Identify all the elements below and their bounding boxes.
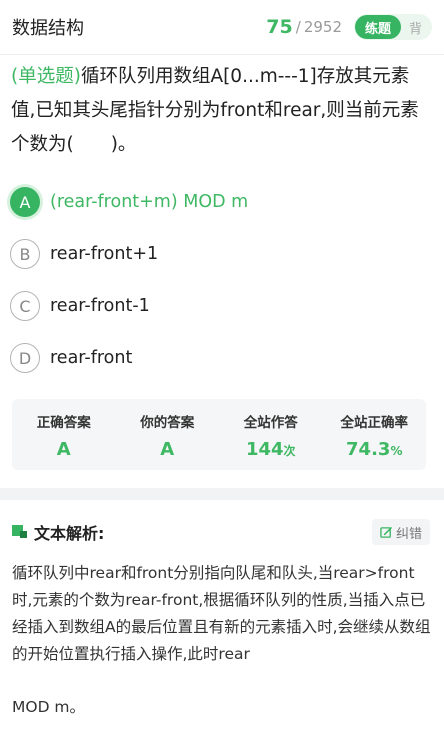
mode-memorize-button[interactable]: 背	[409, 18, 422, 37]
answer-stats-panel: 正确答案 A 你的答案 A 全站作答 144次 全站正确率 74.3%	[12, 399, 426, 470]
option-d-letter: D	[10, 343, 40, 373]
stat-correct-answer: 正确答案 A	[12, 399, 116, 470]
analysis-header: 文本解析: 纠错	[12, 518, 430, 546]
option-c-letter: C	[10, 291, 40, 321]
option-b-text: rear-front+1	[50, 244, 159, 264]
stat-correct-answer-value: A	[56, 439, 71, 460]
analysis-text-end: MOD m。	[12, 698, 86, 716]
option-b[interactable]: B rear-front+1	[10, 237, 430, 271]
stat-your-answer: 你的答案 A	[116, 399, 220, 470]
option-b-letter: B	[10, 239, 40, 269]
edit-icon	[380, 526, 392, 538]
option-a-text: (rear-front+m) MOD m	[50, 192, 249, 212]
report-error-label: 纠错	[395, 526, 422, 542]
option-c-text: rear-front-1	[50, 296, 150, 316]
header-right: 75 / 2952 练题 背	[266, 14, 432, 40]
question-type-label: (单选题)	[11, 66, 81, 87]
analysis-section-icon	[12, 525, 28, 539]
stat-site-attempts-unit: 次	[283, 444, 296, 458]
analysis-title: 文本解析:	[34, 524, 105, 543]
option-d-text: rear-front	[50, 348, 133, 368]
mode-toggle[interactable]: 练题 背	[354, 14, 432, 40]
stat-site-attempts: 全站作答 144次	[219, 399, 323, 470]
stat-correct-answer-label: 正确答案	[36, 415, 91, 431]
option-a-letter: A	[10, 187, 40, 217]
question-stem: (单选题)循环队列用数组A[0...m---1]存放其元素值,已知其头尾指针分别…	[11, 60, 429, 162]
stat-site-accuracy-unit: %	[390, 444, 403, 458]
stat-your-answer-value: A	[160, 439, 175, 460]
header-bar: 数据结构 75 / 2952 练题 背	[0, 0, 444, 54]
option-c[interactable]: C rear-front-1	[10, 289, 430, 323]
mode-practice-button[interactable]: 练题	[355, 15, 401, 39]
analysis-text: 循环队列中rear和front分别指向队尾和队头,当rear>front时,元素…	[12, 564, 431, 663]
stat-site-accuracy-label: 全站正确率	[340, 415, 409, 431]
question-counter-separator: /	[295, 18, 301, 36]
stat-site-accuracy-value-wrap: 74.3%	[346, 439, 402, 460]
stat-site-attempts-label: 全站作答	[243, 415, 298, 431]
stat-site-attempts-value: 144	[245, 439, 284, 460]
option-a[interactable]: A (rear-front+m) MOD m	[10, 185, 430, 219]
report-error-button[interactable]: 纠错	[371, 519, 430, 545]
stat-your-answer-label: 你的答案	[140, 415, 195, 431]
section-divider	[0, 488, 444, 500]
option-d[interactable]: D rear-front	[10, 341, 430, 375]
header-divider	[0, 54, 444, 55]
question-counter-current: 75	[266, 16, 293, 38]
stat-site-accuracy: 全站正确率 74.3%	[323, 399, 427, 470]
stat-site-accuracy-value: 74.3	[346, 439, 391, 460]
question-counter-total[interactable]: 2952	[304, 18, 342, 36]
page-title: 数据结构	[12, 18, 84, 39]
stat-site-attempts-value-wrap: 144次	[246, 439, 296, 460]
